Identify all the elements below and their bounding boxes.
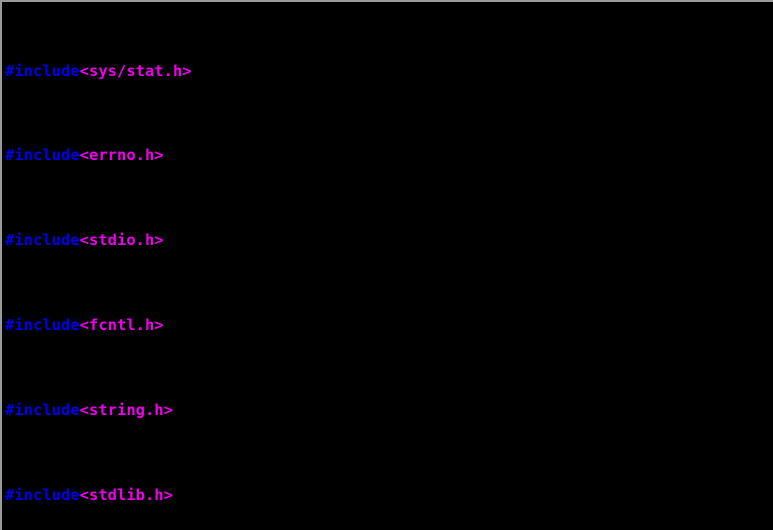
code-editor-window[interactable]: #include<sys/stat.h> #include<errno.h> #… xyxy=(0,0,773,530)
code-line: #include<stdlib.h> xyxy=(5,485,556,506)
code-line: #include<errno.h> xyxy=(5,145,556,166)
preprocessor-directive: #include xyxy=(5,316,80,334)
source-code-area[interactable]: #include<sys/stat.h> #include<errno.h> #… xyxy=(5,2,556,530)
code-line: #include<string.h> xyxy=(5,400,556,421)
code-line: #include<sys/stat.h> xyxy=(5,61,556,82)
header-name: <sys/stat.h> xyxy=(79,61,192,80)
header-name: <fcntl.h> xyxy=(79,316,164,334)
code-line: #include<stdio.h> xyxy=(5,230,556,251)
preprocessor-directive: #include xyxy=(5,485,80,504)
header-name: <stdio.h> xyxy=(79,231,164,250)
preprocessor-directive: #include xyxy=(5,231,80,250)
header-name: <stdlib.h> xyxy=(79,485,173,504)
header-name: <errno.h> xyxy=(79,146,164,165)
preprocessor-directive: #include xyxy=(5,61,80,80)
code-line: #include<fcntl.h> xyxy=(5,315,556,336)
header-name: <string.h> xyxy=(79,400,173,419)
preprocessor-directive: #include xyxy=(5,146,80,165)
preprocessor-directive: #include xyxy=(5,400,80,419)
